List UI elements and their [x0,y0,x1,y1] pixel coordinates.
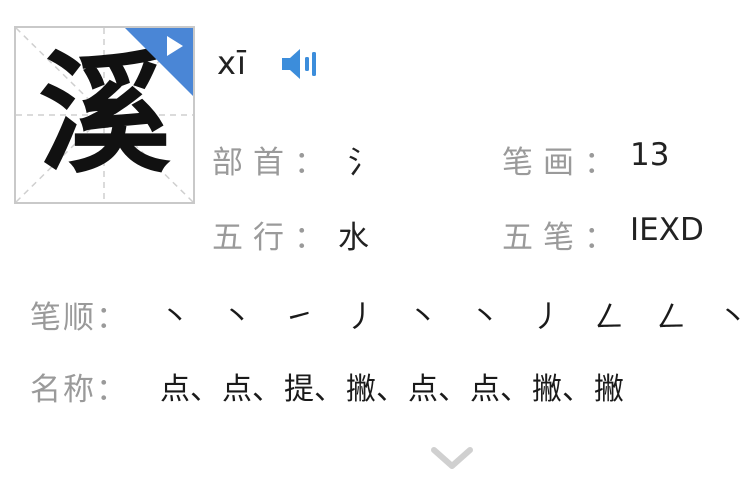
stroke-item: 丶 [718,300,748,335]
play-triangle-icon[interactable] [123,26,195,98]
stroke-names-label: 名称： [30,372,129,408]
character-detail-page: 溪 xī 部首： 氵 笔画： 13 五行： 水 五笔： IEXD 笔顺： 丶丶㇀… [0,0,750,500]
character-card: 溪 [14,26,195,204]
radical-value: 氵 [348,145,379,181]
stroke-name-item: 点、 [160,372,220,407]
stroke-name-item: 撇 [594,372,624,407]
stroke-item: ㄥ [656,300,686,335]
stroke-name-item: 提、 [284,372,344,407]
stroke-item: ㄥ [594,300,624,335]
stroke-name-item: 点、 [470,372,530,407]
strokes-value: 13 [630,137,670,173]
chevron-down-icon[interactable] [430,444,474,472]
wuxing-value: 水 [338,220,369,256]
stroke-item: 丿 [532,300,562,335]
stroke-item: 丶 [160,300,190,335]
stroke-item: 丶 [470,300,500,335]
stroke-item: 丶 [222,300,252,335]
radical-label: 部首： [212,145,335,181]
wubi-label: 五笔： [502,220,625,256]
wuxing-label: 五行： [212,220,335,256]
speaker-icon[interactable] [280,46,322,82]
stroke-order-list: 丶丶㇀丿丶丶丿ㄥㄥ丶一 [160,292,750,336]
stroke-name-item: 点、 [222,372,282,407]
stroke-name-item: 撇、 [346,372,406,407]
stroke-name-item: 点、 [408,372,468,407]
wubi-value: IEXD [630,212,704,248]
pinyin: xī [217,44,247,82]
strokes-label: 笔画： [502,145,625,181]
stroke-order-label: 笔顺： [30,300,129,336]
stroke-item: ㇀ [284,300,314,335]
stroke-name-item: 撇、 [532,372,592,407]
stroke-item: 丶 [408,300,438,335]
stroke-names-list: 点、点、提、撇、点、点、撇、撇 [160,364,750,408]
stroke-item: 丿 [346,300,376,335]
